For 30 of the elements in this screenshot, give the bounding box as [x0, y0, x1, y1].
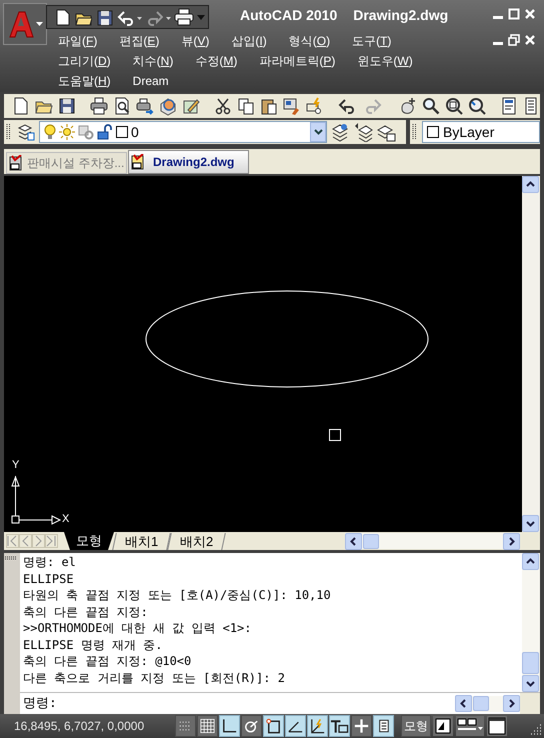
layout-tab[interactable]: 배치2 [167, 533, 226, 550]
layout-tab[interactable]: 모형 [64, 532, 114, 550]
x-axis-label: X [62, 514, 70, 525]
menu-item[interactable]: 치수(N) [132, 52, 174, 70]
command-input[interactable]: 명령: [20, 693, 455, 714]
menu-item[interactable]: 도구(T) [352, 32, 392, 50]
menu-item[interactable]: 수정(M) [195, 52, 238, 70]
linetype-dropdown[interactable]: ByLayer [422, 121, 540, 143]
drawing-canvas[interactable]: Y X [4, 176, 522, 532]
linetype-value: ByLayer [443, 122, 494, 142]
application-title: AutoCAD 2010 [240, 6, 338, 25]
model-space-button[interactable]: 모형 [401, 715, 431, 737]
y-axis-label: Y [12, 460, 20, 471]
menu-item[interactable]: 파일(F) [58, 32, 98, 50]
menu-item[interactable]: 형식(O) [288, 32, 330, 50]
menu-item[interactable]: 뷰(V) [181, 32, 210, 50]
layout-tab[interactable]: 배치1 [112, 533, 172, 550]
coordinates-readout: 16,8495, 6,7027, 0,0000 [14, 718, 146, 735]
menu-item[interactable]: 편집(E) [119, 32, 160, 50]
document-title: Drawing2.dwg [353, 6, 448, 25]
menu-item[interactable]: 파라메트릭(P) [259, 52, 336, 70]
menu-item[interactable]: 그리기(D) [58, 52, 111, 70]
menu-item[interactable]: 삽입(I) [231, 32, 267, 50]
menu-item[interactable]: Dream [132, 72, 169, 90]
menu-item[interactable]: 윈도우(W) [357, 52, 413, 70]
document-tab[interactable]: Drawing2.dwg [128, 150, 249, 174]
layer-name: 0 [131, 122, 140, 142]
menu-item[interactable]: 도움말(H) [58, 72, 111, 90]
layer-dropdown[interactable]: 0 [39, 121, 327, 143]
command-history: 명령: el ELLIPSE 타원의 축 끝점 지정 또는 [호(A)/중심(C)]: 10,10 축의 다른 끝점 지정: >>ORTHOMODE에 대한 새 값 입력 <1>: ELLIPSE 명령 재개 중. 축의 다른 끝점 지정: @10<0 다른 축으로 거리를 지정 또는 [회전(R)]: 2 [22, 554, 332, 686]
